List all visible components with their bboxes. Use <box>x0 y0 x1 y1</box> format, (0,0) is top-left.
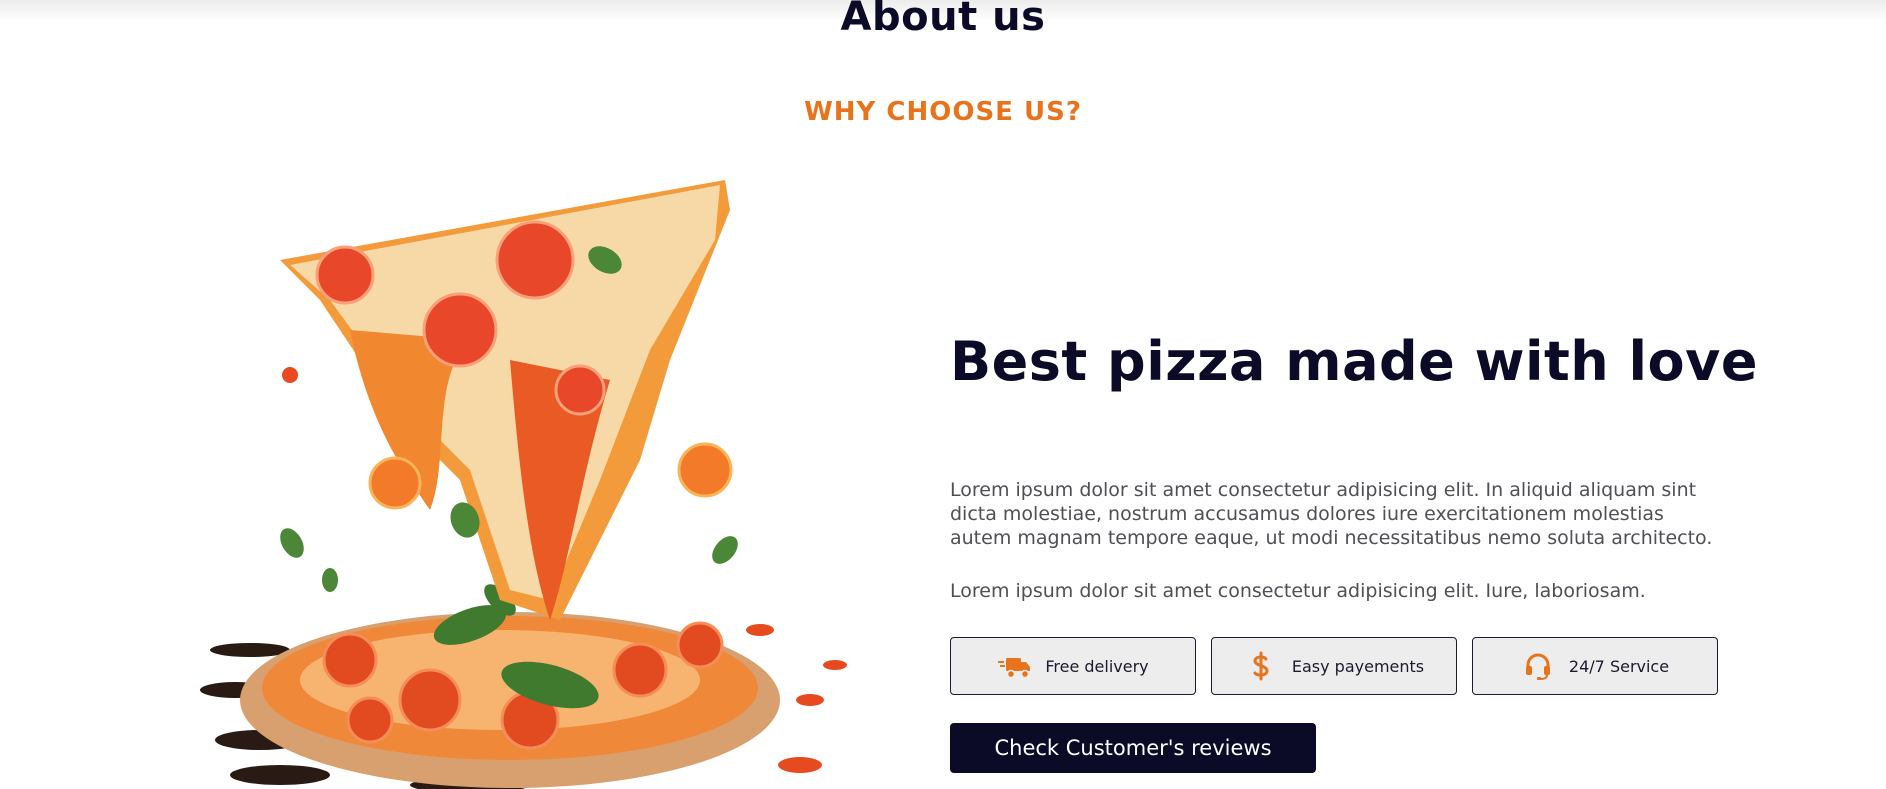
feature-24-7-service-label: 24/7 Service <box>1568 656 1670 676</box>
headset-icon <box>1525 653 1550 680</box>
feature-free-delivery-label: Free delivery <box>1045 656 1149 676</box>
feature-easy-payments-label: Easy payements <box>1291 656 1425 676</box>
section-title: About us <box>840 0 1046 40</box>
about-paragraph-1: Lorem ipsum dolor sit amet consectetur a… <box>950 479 1713 549</box>
pizza-image <box>200 180 847 789</box>
check-reviews-button[interactable]: Check Customer's reviews <box>950 723 1316 773</box>
feature-buttons: Free delivery Easy payements 24/7 Servic… <box>950 637 1718 695</box>
feature-24-7-service[interactable]: 24/7 Service <box>1472 637 1718 695</box>
about-headline: Best pizza made with love <box>950 330 1758 393</box>
feature-free-delivery[interactable]: Free delivery <box>950 637 1196 695</box>
section-subtitle: WHY CHOOSE US? <box>804 97 1082 127</box>
about-paragraph-2: Lorem ipsum dolor sit amet consectetur a… <box>950 580 1646 602</box>
feature-easy-payments[interactable]: Easy payements <box>1211 637 1457 695</box>
delivery-truck-icon <box>998 658 1031 679</box>
dollar-icon <box>1253 651 1269 681</box>
